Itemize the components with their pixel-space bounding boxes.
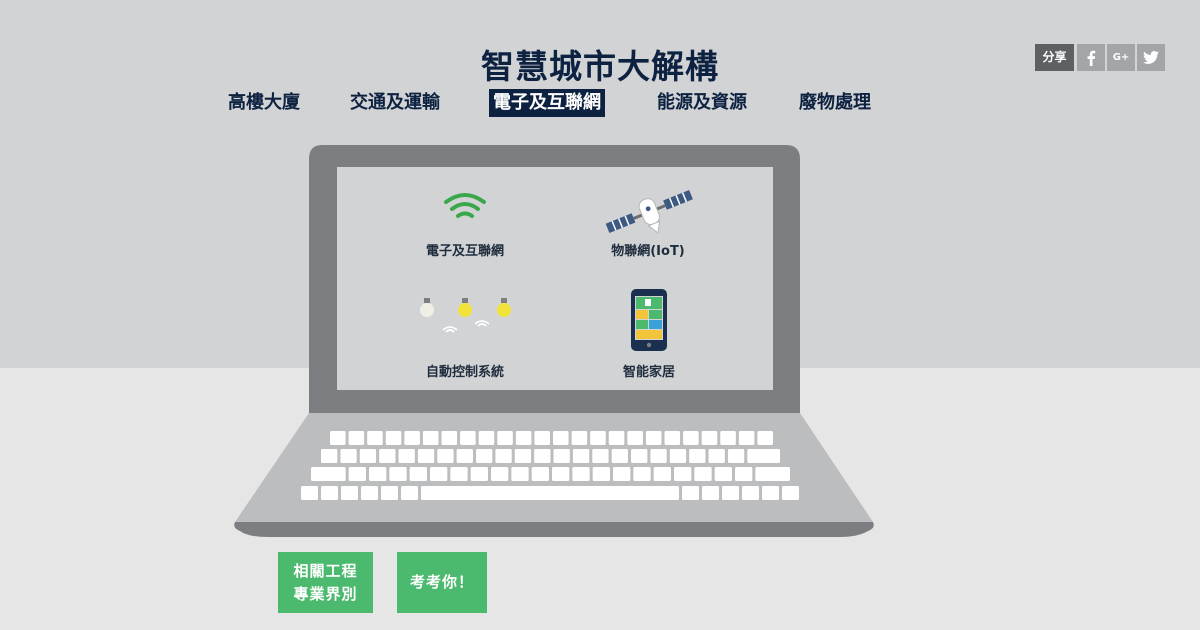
keyboard-key xyxy=(340,449,357,463)
keyboard-key xyxy=(361,486,378,500)
keyboard-key xyxy=(511,467,529,481)
keyboard-key xyxy=(722,486,739,500)
keyboard-key xyxy=(714,467,732,481)
keyboard-key xyxy=(450,467,468,481)
keyboard-key xyxy=(611,449,628,463)
keyboard-key xyxy=(720,431,736,445)
keyboard-key xyxy=(735,467,753,481)
keyboard-key xyxy=(702,486,719,500)
light-bulbs-icon xyxy=(420,298,511,333)
laptop-base-edge xyxy=(234,522,874,537)
keyboard-key xyxy=(650,449,667,463)
keyboard-key xyxy=(389,467,407,481)
related-professions-button[interactable]: 相關工程 專業界別 xyxy=(278,552,373,613)
keyboard-key xyxy=(398,449,415,463)
keyboard-key xyxy=(321,486,338,500)
keyboard-key xyxy=(608,431,625,445)
keyboard-key xyxy=(683,431,699,445)
keyboard-key xyxy=(311,467,346,481)
keyboard-key xyxy=(470,467,488,481)
keyboard-key xyxy=(613,467,631,481)
keyboard-key xyxy=(701,431,718,445)
keyboard-key xyxy=(742,486,759,500)
keyboard-key xyxy=(531,467,549,481)
keyboard-key xyxy=(381,486,398,500)
keyboard-key xyxy=(572,467,590,481)
keyboard-key xyxy=(571,431,588,445)
keyboard-key xyxy=(590,431,606,445)
keyboard-key xyxy=(762,486,779,500)
screen-label-iot: 物聯網(IoT) xyxy=(611,244,685,259)
keyboard-key xyxy=(627,431,643,445)
keyboard-key xyxy=(534,449,551,463)
laptop-screen xyxy=(337,167,773,390)
keyboard-key xyxy=(460,431,476,445)
keyboard-key xyxy=(422,431,439,445)
spacebar-key xyxy=(421,486,679,500)
keyboard-key xyxy=(367,431,383,445)
keyboard-key xyxy=(359,449,377,463)
keyboard-key xyxy=(682,486,699,500)
keyboard-key xyxy=(379,449,396,463)
keyboard-key xyxy=(348,467,366,481)
related-professions-line1: 相關工程 xyxy=(293,561,358,580)
keyboard-key xyxy=(401,486,418,500)
keyboard-key xyxy=(552,467,570,481)
keyboard-key xyxy=(301,486,318,500)
wifi-icon xyxy=(444,193,486,218)
keyboard-key xyxy=(497,431,513,445)
keyboard-key xyxy=(674,467,692,481)
laptop-illustration xyxy=(234,145,874,537)
keyboard-key xyxy=(747,449,780,463)
keyboard-key xyxy=(369,467,387,481)
keyboard-key xyxy=(341,486,358,500)
keyboard-key xyxy=(417,449,435,463)
smartphone-icon xyxy=(631,289,667,351)
keyboard-key xyxy=(592,467,610,481)
keyboard-key xyxy=(515,431,532,445)
keyboard-key xyxy=(708,449,725,463)
quiz-button[interactable]: 考考你！ xyxy=(397,552,487,613)
keyboard-key xyxy=(631,449,648,463)
keyboard-key xyxy=(348,431,365,445)
satellite-icon xyxy=(605,190,693,234)
keyboard-key xyxy=(664,431,681,445)
keyboard-key xyxy=(514,449,532,463)
keyboard-key xyxy=(553,431,569,445)
keyboard-key xyxy=(645,431,662,445)
keyboard-key xyxy=(592,449,609,463)
keyboard-key xyxy=(738,431,755,445)
keyboard-key xyxy=(476,449,493,463)
keyboard-key xyxy=(534,431,550,445)
related-professions-line2: 專業界別 xyxy=(293,584,358,603)
keyboard-key xyxy=(430,467,448,481)
screen-label-automation: 自動控制系統 xyxy=(425,365,505,380)
keyboard-key xyxy=(441,431,458,445)
keyboard-key xyxy=(633,467,651,481)
keyboard-key xyxy=(669,449,687,463)
keyboard-key xyxy=(456,449,473,463)
keyboard-key xyxy=(553,449,570,463)
screen-label-smart-home: 智能家居 xyxy=(622,365,676,380)
keyboard-key xyxy=(495,449,512,463)
screen-label-electronics: 電子及互聯網 xyxy=(425,244,505,259)
keyboard-key xyxy=(385,431,402,445)
keyboard-key xyxy=(478,431,495,445)
keyboard-key xyxy=(757,431,773,445)
keyboard-key xyxy=(782,486,799,500)
keyboard-key xyxy=(689,449,706,463)
keyboard-key xyxy=(572,449,590,463)
keyboard-key xyxy=(321,449,338,463)
keyboard-key xyxy=(694,467,712,481)
keyboard-key xyxy=(491,467,509,481)
keyboard-key xyxy=(409,467,427,481)
keyboard-key xyxy=(653,467,671,481)
keyboard-key xyxy=(727,449,745,463)
keyboard-key xyxy=(404,431,420,445)
keyboard-key xyxy=(437,449,454,463)
keyboard-key xyxy=(755,467,790,481)
keyboard-key xyxy=(330,431,346,445)
